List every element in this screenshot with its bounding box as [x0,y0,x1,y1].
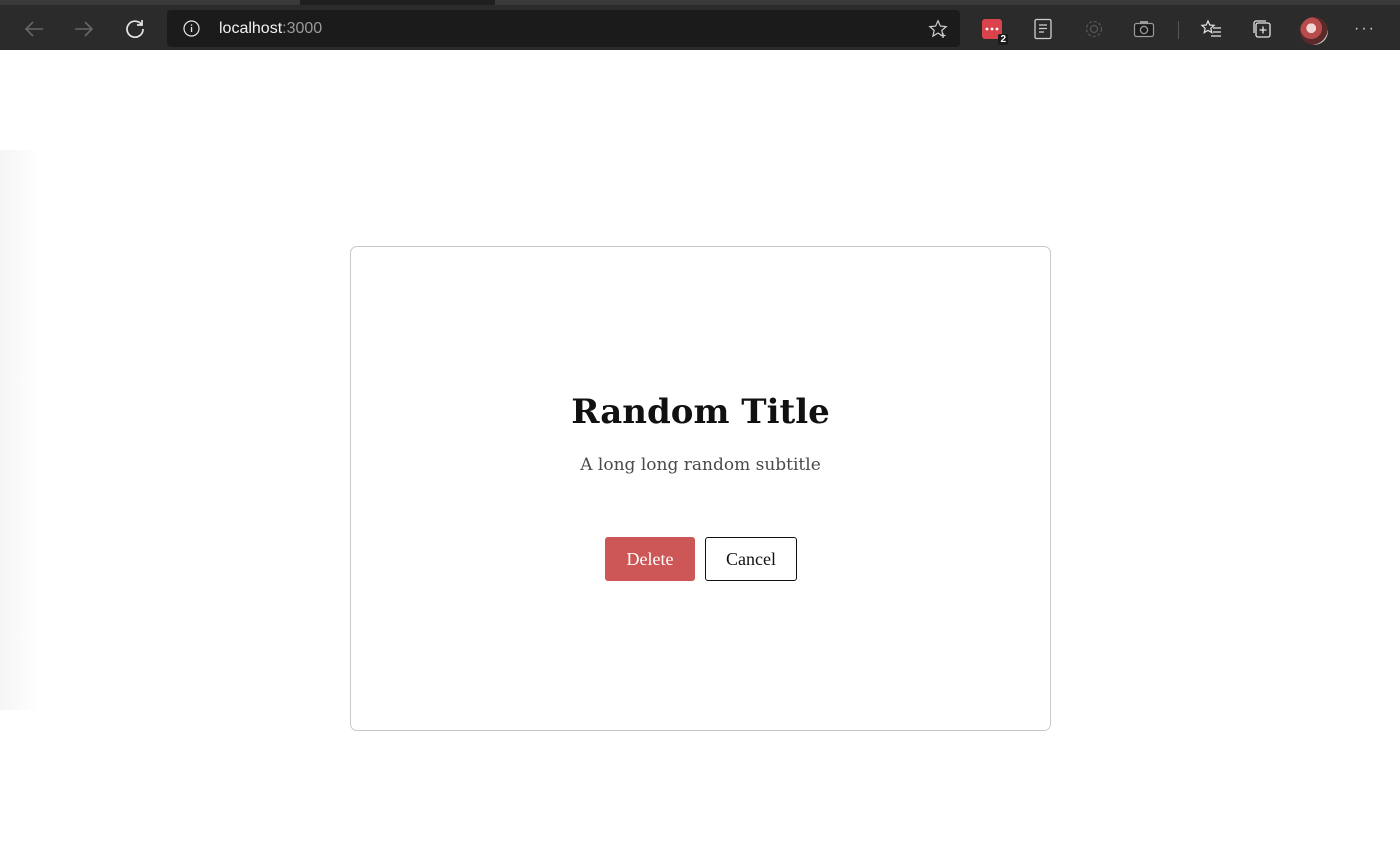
active-tab-indicator [300,0,495,5]
delete-button[interactable]: Delete [605,537,695,581]
extension-badge: 2 [998,34,1008,45]
browser-toolbar: localhost:3000 2 ··· [0,0,1400,50]
forward-button[interactable] [67,12,101,46]
collections-icon[interactable] [1250,17,1274,41]
url-port: :3000 [282,20,323,37]
address-bar[interactable]: localhost:3000 [167,10,960,47]
avatar[interactable] [1300,17,1328,45]
url-host: localhost [219,20,283,37]
dialog-title: Random Title [571,392,830,432]
camera-icon[interactable] [1132,17,1156,41]
toolbar-divider [1178,21,1179,39]
gear-icon[interactable] [1082,17,1106,41]
back-button[interactable] [17,12,51,46]
reader-view-icon[interactable] [1031,17,1055,41]
page-content: Random Title A long long random subtitle… [0,50,1400,855]
reload-button[interactable] [118,12,152,46]
reload-icon [124,18,146,40]
more-icon[interactable]: ··· [1353,21,1377,37]
info-icon[interactable] [183,20,200,37]
page-edge-shadow [0,150,40,710]
star-icon[interactable] [928,19,948,39]
dialog-subtitle: A long long random subtitle [580,455,821,475]
arrow-right-icon [73,20,95,38]
cancel-button[interactable]: Cancel [705,537,797,581]
url-text[interactable]: localhost:3000 [219,19,322,38]
arrow-left-icon [23,20,45,38]
extension-icon[interactable]: 2 [980,17,1008,45]
confirm-dialog: Random Title A long long random subtitle… [350,246,1051,731]
favorites-icon[interactable] [1199,17,1223,41]
